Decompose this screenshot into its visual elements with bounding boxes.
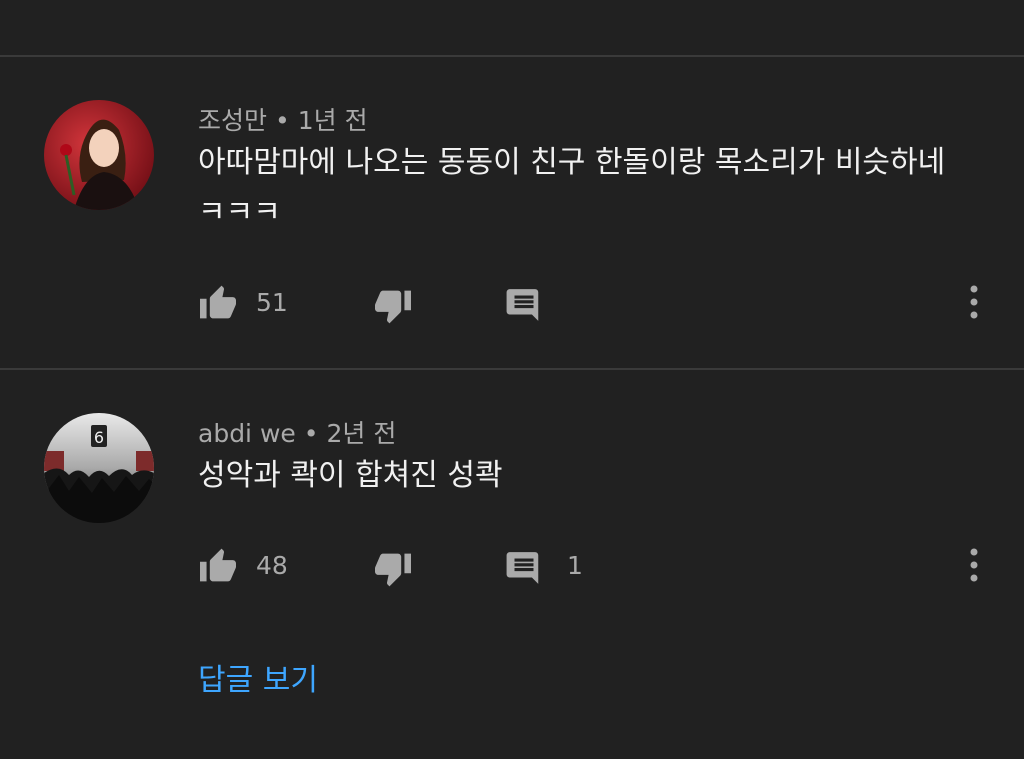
avatar[interactable]: [44, 100, 154, 210]
comment-divider: [0, 368, 1024, 370]
comment-time[interactable]: 1년 전: [298, 106, 368, 135]
like-button[interactable]: 48: [198, 540, 288, 590]
more-actions-button[interactable]: [962, 540, 986, 590]
reply-button[interactable]: [505, 277, 543, 327]
meta-separator: •: [275, 106, 290, 135]
comment-icon: [505, 543, 543, 587]
like-button[interactable]: 51: [198, 277, 288, 327]
top-divider: [0, 55, 1024, 57]
thumbs-down-icon: [373, 279, 413, 325]
thumbs-up-icon: [198, 284, 238, 320]
comment-author[interactable]: 조성만: [198, 106, 267, 135]
comment-actions: 48 1: [0, 540, 1024, 590]
thumbs-up-icon: [198, 547, 238, 583]
meta-separator: •: [303, 419, 319, 448]
comment-time[interactable]: 2년 전: [327, 419, 397, 448]
comment-meta: 조성만 • 1년 전: [198, 101, 368, 137]
comment-actions: 51: [0, 277, 1024, 327]
comment-text: 성악과 콱이 합쳐진 성콱: [198, 458, 503, 493]
like-count: 51: [256, 287, 288, 317]
dislike-button[interactable]: [373, 277, 413, 327]
comment-icon: [505, 280, 543, 324]
more-vertical-icon: [969, 285, 979, 319]
more-vertical-icon: [969, 548, 979, 582]
avatar[interactable]: 6: [44, 413, 154, 523]
like-count: 48: [256, 550, 288, 580]
comment-meta: abdi we • 2년 전: [198, 414, 396, 450]
view-replies-link[interactable]: 답글 보기: [198, 655, 318, 699]
dislike-button[interactable]: [373, 540, 413, 590]
more-actions-button[interactable]: [962, 277, 986, 327]
reply-count: 1: [567, 550, 583, 580]
reply-button[interactable]: 1: [505, 540, 583, 590]
comment-author[interactable]: abdi we: [198, 419, 296, 448]
svg-text:6: 6: [94, 428, 104, 447]
thumbs-down-icon: [373, 542, 413, 588]
comment-text: 아따맘마에 나오는 동동이 친구 한돌이랑 목소리가 비슷하네 ㅋㅋㅋ: [198, 145, 946, 230]
